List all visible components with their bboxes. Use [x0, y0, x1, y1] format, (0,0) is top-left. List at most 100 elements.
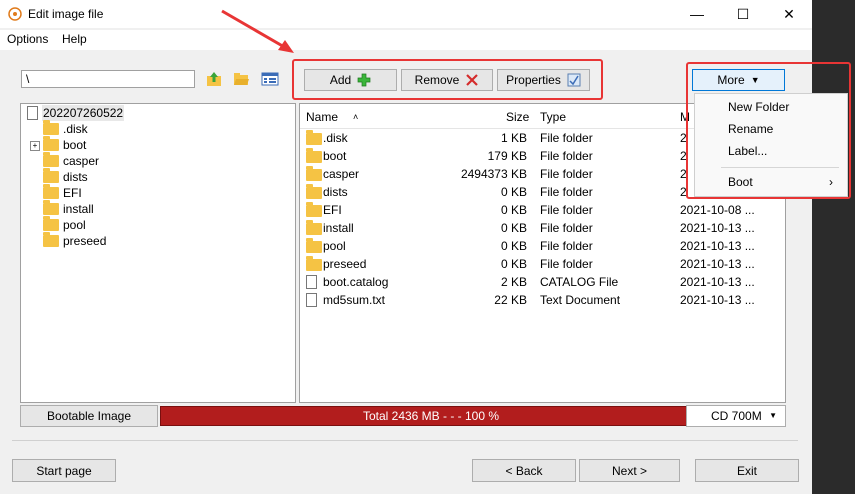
more-menu-highlight	[686, 62, 851, 199]
tree-item-efi[interactable]: EFI	[43, 184, 82, 201]
folder-icon	[43, 120, 59, 135]
folder-icon	[43, 152, 59, 167]
cell-size: 2494373 KB	[460, 167, 527, 181]
cell-type: File folder	[540, 221, 593, 235]
file-icon	[306, 293, 317, 307]
tree-item-label: pool	[63, 218, 86, 232]
open-folder-icon[interactable]	[232, 70, 250, 88]
tree-item-preseed[interactable]: preseed	[43, 232, 107, 249]
folder-icon	[43, 184, 59, 199]
menu-help[interactable]: Help	[62, 32, 87, 46]
start-page-button[interactable]: Start page	[12, 459, 116, 482]
folder-icon	[306, 166, 322, 181]
cell-size: 22 KB	[494, 293, 527, 307]
cell-name: boot	[323, 149, 347, 163]
menu-options[interactable]: Options	[7, 32, 48, 46]
folder-icon	[43, 136, 59, 151]
cell-size: 2 KB	[500, 275, 527, 289]
cell-size: 179 KB	[487, 149, 527, 163]
tree-item-dists[interactable]: dists	[43, 168, 88, 185]
tree-item-label: casper	[63, 154, 100, 168]
cell-type: File folder	[540, 167, 593, 181]
up-folder-icon[interactable]	[205, 70, 223, 88]
cell-name: .disk	[323, 131, 348, 145]
media-size-label: CD 700M	[711, 409, 762, 423]
media-size-select[interactable]: CD 700M ▼	[686, 405, 786, 427]
folder-icon	[306, 238, 322, 253]
title-bar: Edit image file — ☐ ✕	[0, 0, 812, 28]
path-input[interactable]: \	[21, 70, 195, 88]
table-row[interactable]: preseed 0 KB File folder 2021-10-13 ...	[300, 255, 785, 273]
bootable-image-button[interactable]: Bootable Image	[20, 405, 158, 427]
footer-divider	[12, 440, 798, 441]
view-details-icon[interactable]	[261, 70, 279, 88]
folder-icon	[306, 256, 322, 271]
back-button[interactable]: < Back	[472, 459, 576, 482]
tree-root-label: 202207260522	[42, 105, 125, 121]
folder-icon	[43, 232, 59, 247]
minimize-button[interactable]: —	[674, 0, 720, 28]
expand-toggle-icon[interactable]: +	[30, 141, 40, 151]
status-bar: Bootable Image Total 2436 MB - - - 100 %…	[20, 405, 786, 427]
column-name[interactable]: Name	[306, 110, 338, 124]
tree-item-label: EFI	[63, 186, 82, 200]
cell-date: 2021-10-08 ...	[680, 203, 755, 217]
next-button[interactable]: Next >	[579, 459, 680, 482]
cell-size: 0 KB	[500, 203, 527, 217]
cell-type: File folder	[540, 149, 593, 163]
table-row[interactable]: md5sum.txt 22 KB Text Document 2021-10-13 .…	[300, 291, 785, 309]
tree-item-pool[interactable]: pool	[43, 216, 86, 233]
cell-type: File folder	[540, 131, 593, 145]
cell-name: casper	[323, 167, 360, 181]
column-type[interactable]: Type	[540, 110, 566, 124]
folder-icon	[43, 216, 59, 231]
folder-icon	[43, 200, 59, 215]
close-button[interactable]: ✕	[766, 0, 812, 28]
tree-item-label: preseed	[63, 234, 107, 248]
cell-type: File folder	[540, 239, 593, 253]
cell-date: 2021-10-13 ...	[680, 257, 755, 271]
folder-icon	[306, 202, 322, 217]
tree-item-casper[interactable]: casper	[43, 152, 100, 169]
table-row[interactable]: EFI 0 KB File folder 2021-10-08 ...	[300, 201, 785, 219]
folder-icon	[306, 184, 322, 199]
cell-type: Text Document	[540, 293, 621, 307]
cell-date: 2021-10-13 ...	[680, 239, 755, 253]
tree-item-disk[interactable]: .disk	[43, 120, 88, 137]
table-row[interactable]: boot.catalog 2 KB CATALOG File 2021-10-13 .…	[300, 273, 785, 291]
cell-date: 2021-10-13 ...	[680, 275, 755, 289]
cell-size: 0 KB	[500, 239, 527, 253]
tree-item-install[interactable]: install	[43, 200, 94, 217]
tree-root[interactable]: 202207260522	[27, 105, 125, 121]
tree-item-label: install	[63, 202, 94, 216]
file-icon	[306, 275, 317, 289]
cell-size: 0 KB	[500, 185, 527, 199]
cell-name: install	[323, 221, 354, 235]
cell-size: 0 KB	[500, 257, 527, 271]
cell-name: boot.catalog	[323, 275, 389, 289]
maximize-button[interactable]: ☐	[720, 0, 766, 28]
column-size[interactable]: Size	[506, 110, 529, 124]
folder-tree: 202207260522 .disk boot casper dists EFI inst…	[20, 103, 296, 403]
disc-icon	[8, 7, 22, 21]
capacity-progress-bar: Total 2436 MB - - - 100 %	[160, 406, 702, 426]
cell-size: 1 KB	[500, 131, 527, 145]
toolbar-highlight	[292, 59, 603, 100]
folder-icon	[306, 148, 322, 163]
disc-image-icon	[27, 106, 38, 120]
folder-icon	[306, 220, 322, 235]
cell-name: preseed	[323, 257, 367, 271]
menu-bar: Options Help	[0, 30, 812, 50]
folder-icon	[43, 168, 59, 183]
cell-type: CATALOG File	[540, 275, 619, 289]
tree-item-boot[interactable]: boot	[43, 136, 87, 153]
cell-name: dists	[323, 185, 348, 199]
cell-name: md5sum.txt	[323, 293, 386, 307]
tree-item-label: dists	[63, 170, 88, 184]
exit-button[interactable]: Exit	[695, 459, 799, 482]
table-row[interactable]: pool 0 KB File folder 2021-10-13 ...	[300, 237, 785, 255]
tree-item-label: boot	[63, 138, 87, 152]
table-row[interactable]: install 0 KB File folder 2021-10-13 ...	[300, 219, 785, 237]
cell-date: 2021-10-13 ...	[680, 293, 755, 307]
cell-date: 2021-10-13 ...	[680, 221, 755, 235]
